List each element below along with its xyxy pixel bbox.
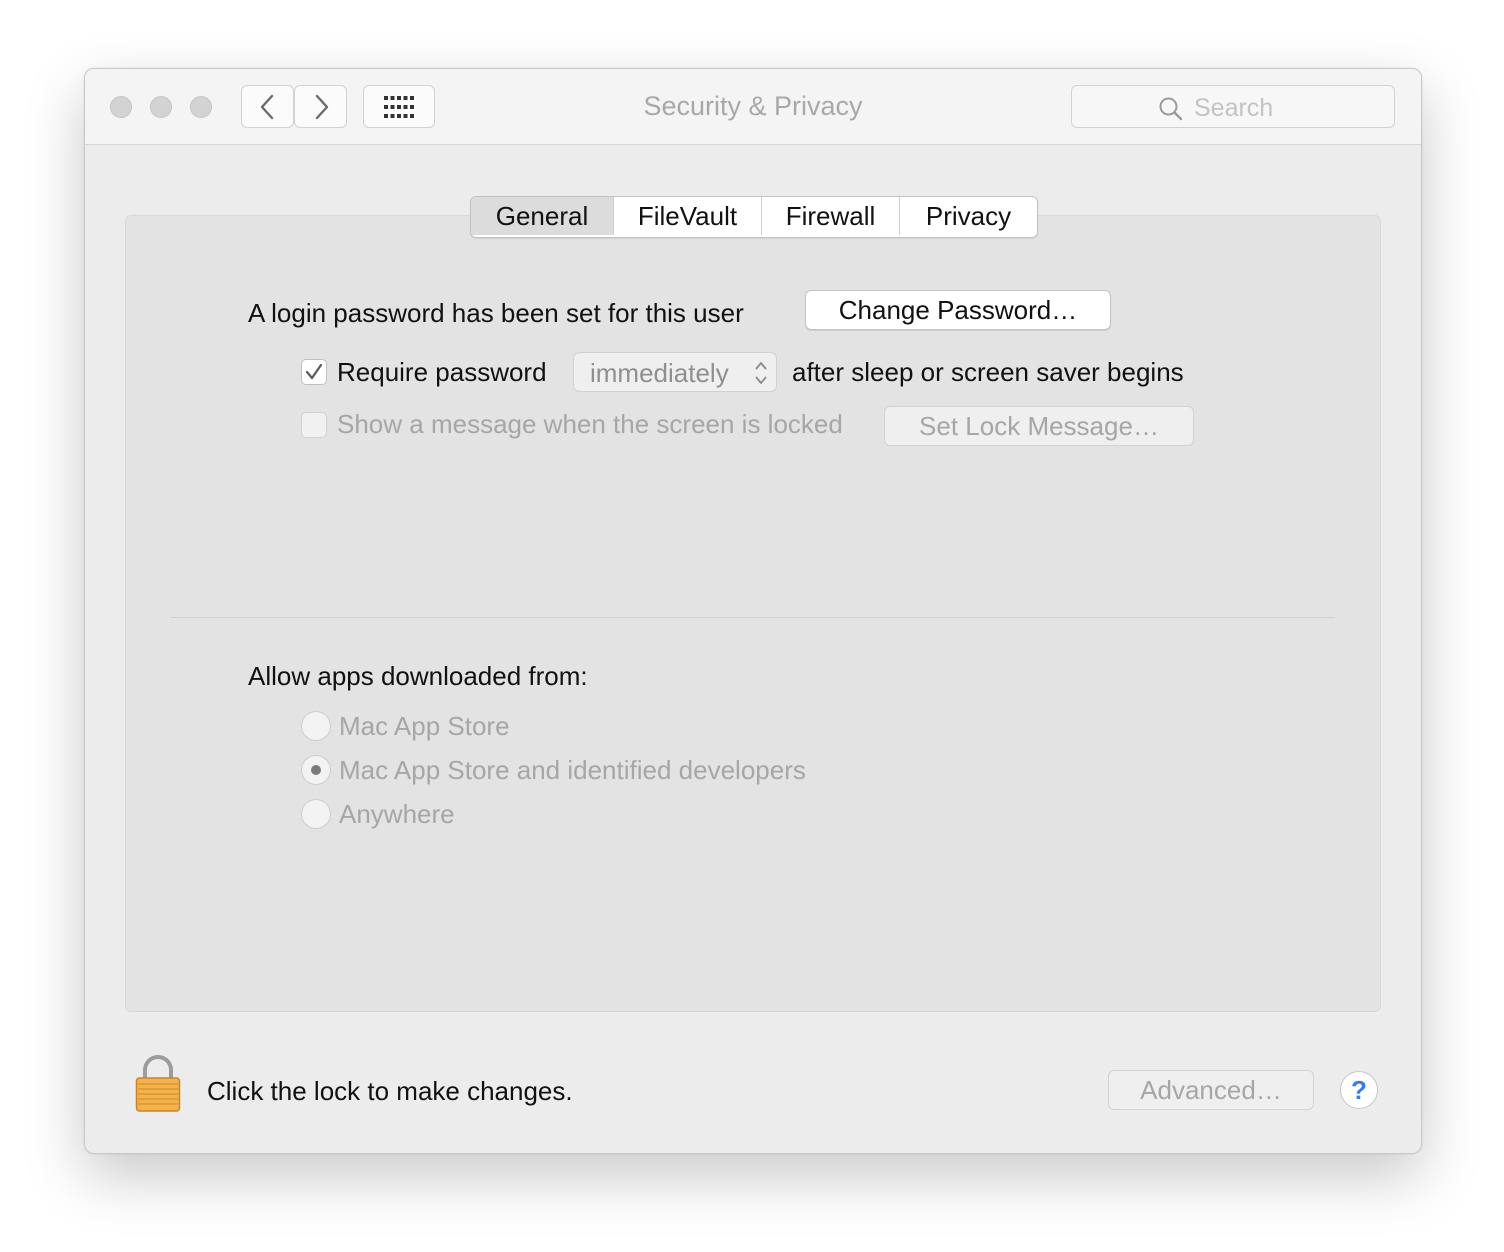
- set-lock-message-button[interactable]: Set Lock Message…: [884, 406, 1194, 446]
- require-password-checkbox[interactable]: [301, 359, 327, 385]
- radio-label-identified-developers: Mac App Store and identified developers: [339, 755, 806, 785]
- allow-apps-heading: Allow apps downloaded from:: [248, 661, 588, 691]
- tab-general[interactable]: General: [471, 197, 614, 235]
- lock-message-label: Click the lock to make changes.: [207, 1076, 573, 1106]
- up-down-arrows-icon: [755, 362, 767, 384]
- radio-mac-app-store[interactable]: [301, 711, 331, 741]
- lock-icon: [135, 1055, 181, 1112]
- require-password-delay-popup[interactable]: immediately: [573, 352, 777, 392]
- checkmark-icon: [305, 363, 323, 380]
- tab-filevault[interactable]: FileVault: [614, 197, 762, 235]
- search-icon: [1159, 97, 1183, 120]
- title-bar: Security & Privacy Search: [85, 69, 1421, 145]
- lock-button[interactable]: [135, 1055, 181, 1113]
- tab-privacy[interactable]: Privacy: [900, 197, 1037, 235]
- radio-label-mac-app-store: Mac App Store: [339, 711, 510, 741]
- radio-identified-developers[interactable]: [301, 755, 331, 785]
- radio-label-anywhere: Anywhere: [339, 799, 455, 829]
- change-password-button[interactable]: Change Password…: [805, 290, 1111, 330]
- require-password-label: Require password: [337, 357, 547, 387]
- tab-bar: General FileVault Firewall Privacy: [470, 196, 1038, 238]
- tab-content-panel: [125, 215, 1381, 1012]
- show-message-checkbox[interactable]: [301, 412, 327, 438]
- radio-anywhere[interactable]: [301, 799, 331, 829]
- tab-firewall[interactable]: Firewall: [762, 197, 900, 235]
- radio-selected-dot: [311, 765, 321, 775]
- search-field[interactable]: Search: [1071, 85, 1395, 128]
- search-placeholder: Search: [1194, 94, 1274, 122]
- popup-selected-value: immediately: [590, 358, 729, 388]
- login-password-label: A login password has been set for this u…: [248, 298, 744, 328]
- help-button[interactable]: ?: [1340, 1071, 1378, 1109]
- preferences-window: Security & Privacy Search General FileVa…: [84, 68, 1422, 1154]
- section-divider: [171, 617, 1335, 618]
- advanced-button[interactable]: Advanced…: [1108, 1070, 1314, 1110]
- show-message-label: Show a message when the screen is locked: [337, 409, 843, 439]
- after-sleep-label: after sleep or screen saver begins: [792, 357, 1184, 387]
